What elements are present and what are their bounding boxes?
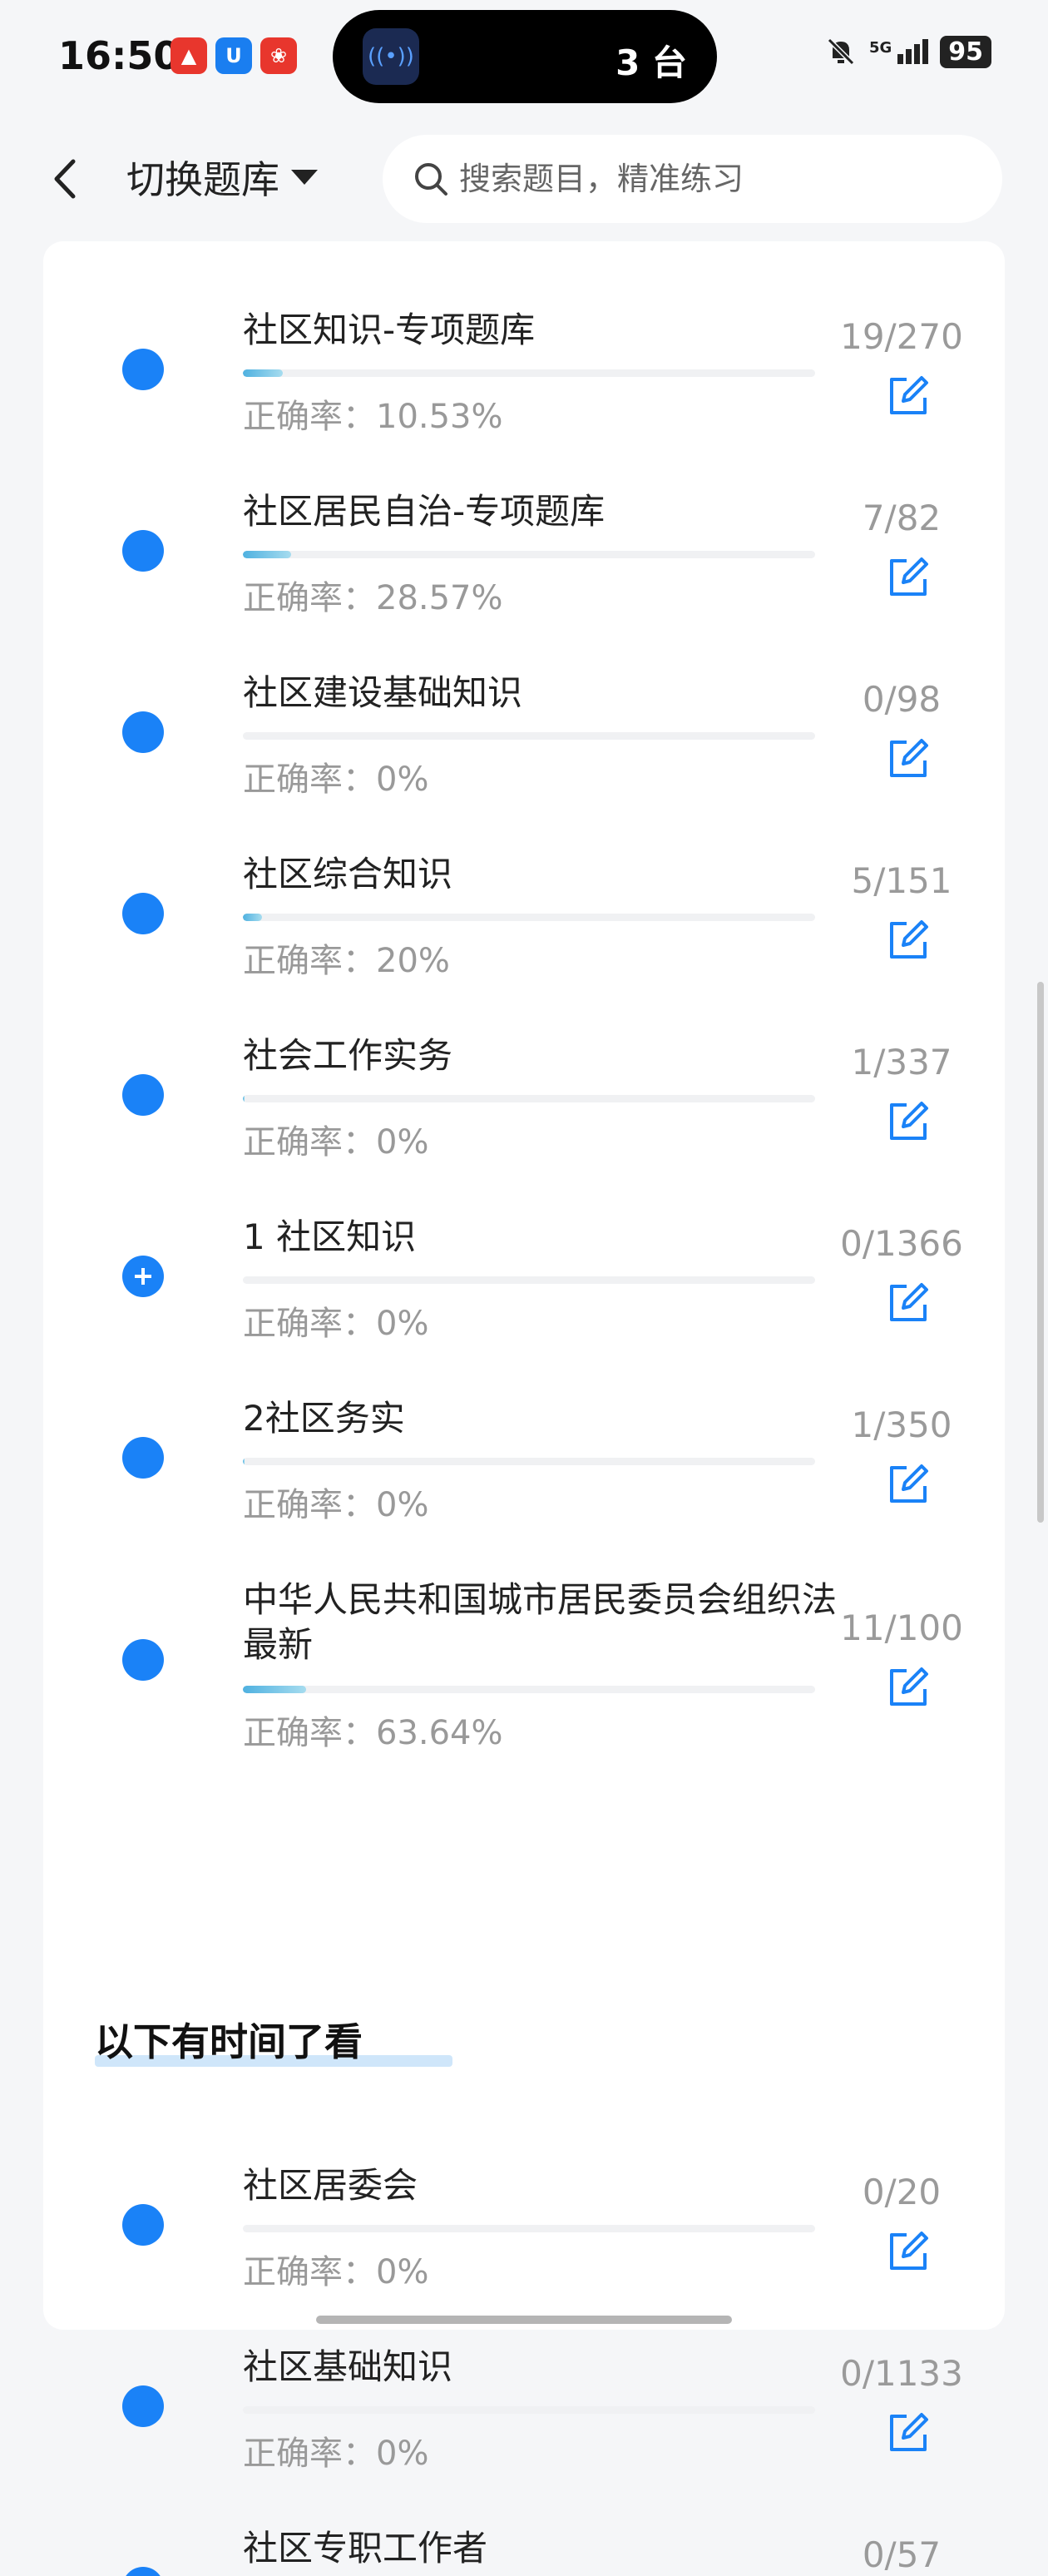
bank-title: 1 社区知识 <box>243 1216 417 1257</box>
island-count: 3 台 <box>615 42 687 83</box>
progress-count: 0/1366 <box>840 1223 963 1264</box>
header-bar: 切换题库 <box>0 116 1048 241</box>
edit-icon[interactable] <box>885 2410 932 2456</box>
edit-icon[interactable] <box>885 554 932 601</box>
bank-dot-icon <box>122 349 164 390</box>
app-notification-icon: U <box>215 37 252 74</box>
edit-icon[interactable] <box>885 1280 932 1326</box>
bank-dot-icon <box>122 893 164 934</box>
edit-icon[interactable] <box>885 373 932 419</box>
accuracy-text: 正确率：20% <box>243 942 450 980</box>
bank-title: 社区综合知识 <box>243 854 453 894</box>
bank-dot-icon <box>122 1639 164 1681</box>
app-notification-icon: ❀ <box>260 37 297 74</box>
bank-title: 社区居委会 <box>243 2165 418 2206</box>
bank-row[interactable]: 社区综合知识 正确率：20% 5/151 <box>43 810 1005 992</box>
edit-icon[interactable] <box>885 1098 932 1145</box>
edit-icon[interactable] <box>885 736 932 782</box>
progress-count: 7/82 <box>862 498 942 538</box>
mute-bell-icon <box>827 37 855 66</box>
battery-level: 95 <box>940 35 991 68</box>
progress-bar <box>243 1276 815 1284</box>
progress-bar <box>243 369 815 377</box>
bank-title: 社区建设基础知识 <box>243 672 523 713</box>
search-box[interactable] <box>383 135 1002 223</box>
bank-row[interactable]: 社区居委会 正确率：0% 0/20 <box>43 2122 1005 2303</box>
accuracy-text: 正确率：0% <box>243 1123 429 1162</box>
bank-title: 社会工作实务 <box>243 1035 453 1076</box>
dynamic-island[interactable]: ((•)) 3 台 <box>333 10 717 103</box>
status-time: 16:50 <box>58 33 180 78</box>
progress-bar <box>243 1686 815 1693</box>
bank-row[interactable]: 社区知识-专项题库 正确率：10.53% 19/270 <box>43 266 1005 448</box>
progress-bar <box>243 1095 815 1102</box>
bank-row[interactable]: 1 社区知识 正确率：0% 0/1366 <box>43 1173 1005 1355</box>
bank-dot-icon <box>122 2385 164 2427</box>
progress-bar <box>243 2406 815 2414</box>
progress-bar <box>243 914 815 921</box>
expand-plus-icon[interactable] <box>122 1256 164 1297</box>
accuracy-text: 正确率：0% <box>243 1486 429 1524</box>
accuracy-text: 正确率：0% <box>243 2435 429 2473</box>
progress-count: 11/100 <box>840 1608 963 1648</box>
bank-title: 社区知识-专项题库 <box>243 310 536 350</box>
app-notification-icon: ▲ <box>171 37 207 74</box>
scrollbar[interactable] <box>1037 982 1044 1523</box>
bank-title: 社区专职工作者 <box>243 2528 488 2569</box>
progress-count: 0/57 <box>862 2534 942 2575</box>
broadcast-icon: ((•)) <box>363 28 419 85</box>
bank-dot-icon <box>122 2567 164 2576</box>
bank-dot-icon <box>122 530 164 572</box>
accuracy-text: 正确率：63.64% <box>243 1714 503 1752</box>
accuracy-text: 正确率：0% <box>243 760 429 799</box>
progress-count: 1/337 <box>851 1042 952 1082</box>
progress-bar <box>243 1458 815 1465</box>
switch-bank-label: 切换题库 <box>126 157 279 202</box>
bank-title: 社区居民自治-专项题库 <box>243 491 606 532</box>
progress-count: 19/270 <box>840 316 963 357</box>
bank-list-card: 社区知识-专项题库 正确率：10.53% 19/270 社区居民自治-专项题库 … <box>43 241 1005 2576</box>
caret-down-icon <box>291 170 318 185</box>
accuracy-text: 正确率：0% <box>243 1305 429 1343</box>
section-title: 以下有时间了看 <box>95 2019 363 2064</box>
bank-row[interactable]: 中华人民共和国城市居民委员会组织法 最新 正确率：63.64% 11/100 <box>43 1536 1005 1761</box>
progress-count: 0/1133 <box>840 2353 963 2394</box>
accuracy-text: 正确率：28.57% <box>243 579 503 617</box>
progress-count: 5/151 <box>851 860 952 901</box>
bank-row[interactable]: 社区居民自治-专项题库 正确率：28.57% 7/82 <box>43 448 1005 629</box>
progress-count: 0/98 <box>862 679 942 720</box>
search-icon <box>415 163 447 196</box>
progress-count: 0/20 <box>862 2172 942 2212</box>
bank-dot-icon <box>122 711 164 753</box>
progress-count: 1/350 <box>851 1404 952 1445</box>
home-indicator[interactable] <box>316 2316 732 2324</box>
progress-bar <box>243 732 815 740</box>
bank-row[interactable]: 社区专职工作者 0/57 <box>43 2484 1005 2576</box>
bank-title: 2社区务实 <box>243 1398 405 1439</box>
signal-icon: 5G <box>869 39 929 64</box>
switch-bank-dropdown[interactable]: 切换题库 <box>126 150 318 205</box>
bank-row[interactable]: 社区建设基础知识 正确率：0% 0/98 <box>43 629 1005 810</box>
bank-row[interactable]: 2社区务实 正确率：0% 1/350 <box>43 1355 1005 1536</box>
bank-dot-icon <box>122 1437 164 1479</box>
bank-row[interactable]: 社区基础知识 正确率：0% 0/1133 <box>43 2303 1005 2484</box>
bank-dot-icon <box>122 2204 164 2246</box>
progress-bar <box>243 551 815 558</box>
search-input[interactable] <box>457 160 960 198</box>
accuracy-text: 正确率：0% <box>243 2253 429 2291</box>
status-bar: 16:50 ▲ U ❀ ((•)) 3 台 5G 95 <box>0 0 1048 116</box>
edit-icon[interactable] <box>885 917 932 964</box>
progress-bar <box>243 2225 815 2232</box>
bank-row[interactable]: 社会工作实务 正确率：0% 1/337 <box>43 992 1005 1173</box>
back-arrow-icon[interactable] <box>42 150 91 208</box>
edit-icon[interactable] <box>885 1664 932 1711</box>
edit-icon[interactable] <box>885 2228 932 2275</box>
bank-dot-icon <box>122 1074 164 1116</box>
accuracy-text: 正确率：10.53% <box>243 398 503 436</box>
notification-icons: ▲ U ❀ <box>171 37 297 74</box>
bank-title: 社区基础知识 <box>243 2346 453 2387</box>
status-indicators: 5G 95 <box>824 35 991 68</box>
edit-icon[interactable] <box>885 1461 932 1508</box>
bank-title: 中华人民共和国城市居民委员会组织法 最新 <box>243 1579 838 1665</box>
